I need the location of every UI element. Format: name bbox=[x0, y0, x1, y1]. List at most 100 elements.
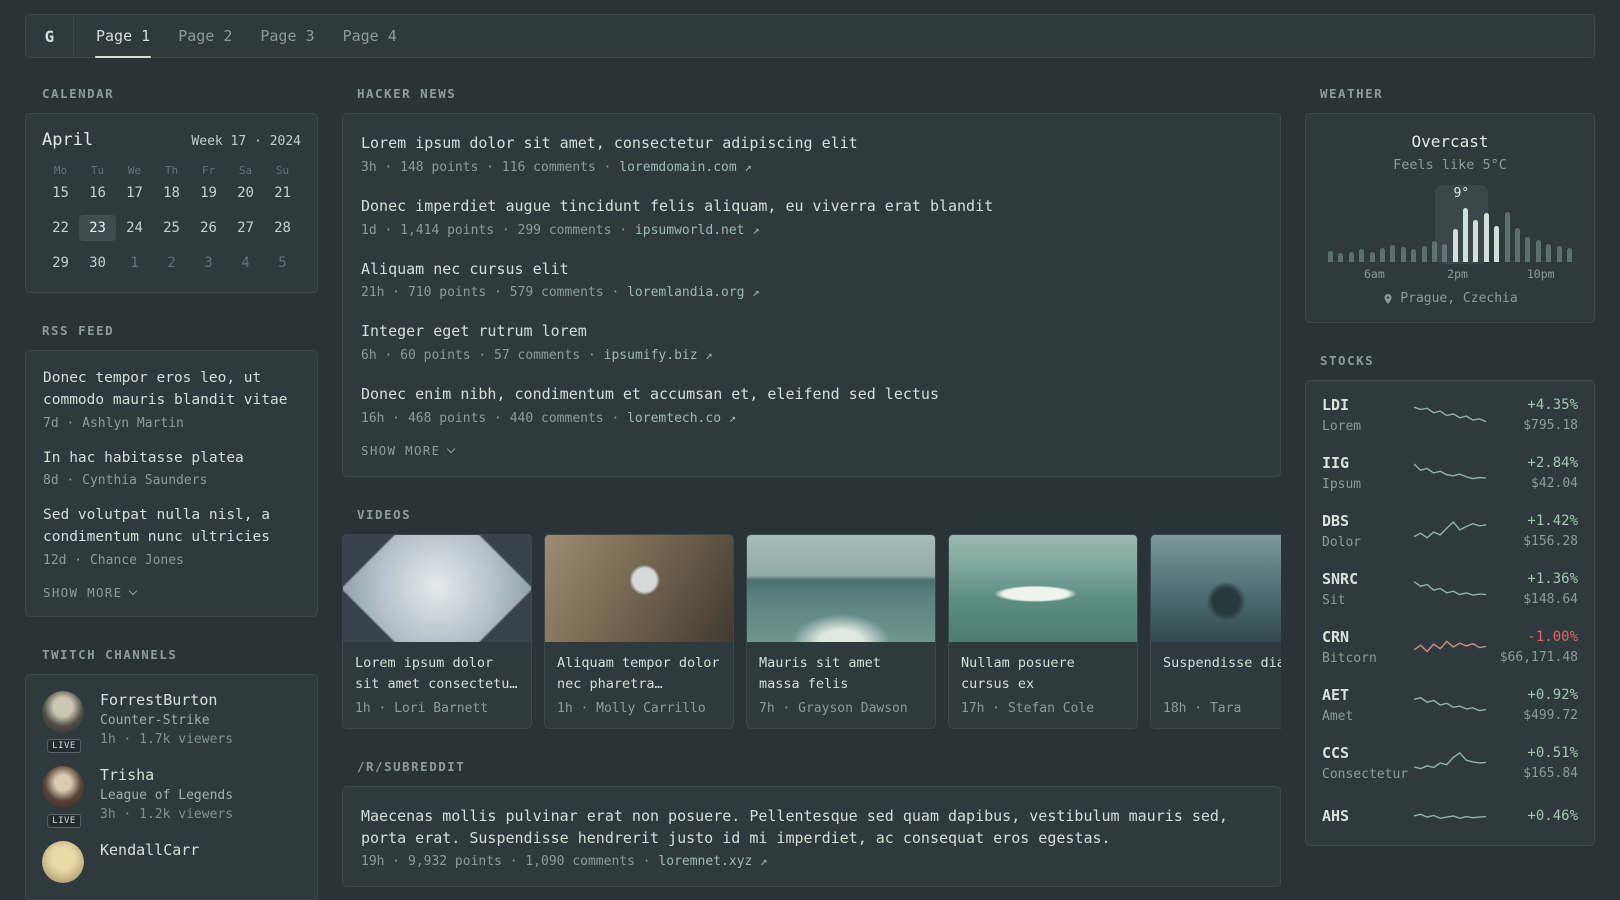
app-logo[interactable]: G bbox=[26, 15, 74, 57]
weather-card: Overcast Feels like 5°C 9° 6am 2pm 10pm Pr… bbox=[1305, 113, 1595, 323]
video-thumbnail[interactable] bbox=[949, 534, 1137, 642]
stock-name: Bitcorn bbox=[1322, 651, 1377, 666]
stock-ticker[interactable]: IIG bbox=[1322, 454, 1414, 472]
calendar-day: 4 bbox=[241, 255, 250, 271]
stock-row[interactable]: CCS Consectetur +0.51% $165.84 bbox=[1322, 744, 1578, 782]
hackernews-item[interactable]: Donec imperdiet augue tincidunt felis al… bbox=[361, 196, 1262, 238]
stock-row[interactable]: SNRC Sit +1.36% $148.64 bbox=[1322, 570, 1578, 608]
stock-price: $148.64 bbox=[1523, 592, 1578, 607]
twitch-channel-row[interactable]: LIVE ForrestBurton Counter-Strike 1h · 1… bbox=[42, 690, 301, 753]
hackernews-item[interactable]: Donec enim nibh, condimentum et accumsan… bbox=[361, 384, 1262, 426]
hackernews-show-more-button[interactable]: SHOW MORE bbox=[361, 443, 456, 458]
live-badge: LIVE bbox=[47, 738, 81, 753]
video-thumbnail[interactable] bbox=[545, 534, 733, 642]
video-thumbnail[interactable] bbox=[747, 534, 935, 642]
hackernews-item-title[interactable]: Lorem ipsum dolor sit amet, consectetur … bbox=[361, 133, 1262, 155]
stock-row[interactable]: DBS Dolor +1.42% $156.28 bbox=[1322, 512, 1578, 550]
video-thumbnail[interactable] bbox=[343, 534, 531, 642]
weather-bar bbox=[1463, 207, 1469, 262]
hackernews-item-domain[interactable]: ipsumify.biz bbox=[604, 348, 698, 363]
stock-price: $165.84 bbox=[1523, 766, 1578, 781]
video-meta: 7h · Grayson Dawson bbox=[759, 700, 908, 716]
video-card[interactable]: Aliquam tempor dolor nec pharetra… 1h · … bbox=[544, 533, 734, 729]
hackernews-item-title[interactable]: Donec imperdiet augue tincidunt felis al… bbox=[361, 196, 1262, 218]
page-tab[interactable]: Page 3 bbox=[246, 15, 328, 57]
hackernews-item[interactable]: Integer eget rutrum lorem 6h · 60 points… bbox=[361, 321, 1262, 363]
stock-row[interactable]: CRN Bitcorn -1.00% $66,171.48 bbox=[1322, 628, 1578, 666]
video-card[interactable]: Mauris sit amet massa felis 7h · Grayson… bbox=[746, 533, 936, 729]
video-title[interactable]: Mauris sit amet massa felis bbox=[759, 653, 923, 695]
stock-sparkline bbox=[1414, 401, 1486, 429]
hackernews-item-domain[interactable]: loremtech.co bbox=[627, 411, 721, 426]
stock-name: Amet bbox=[1322, 709, 1354, 724]
stock-ticker[interactable]: CCS bbox=[1322, 744, 1414, 762]
weather-condition: Overcast bbox=[1411, 132, 1489, 151]
twitch-section-title: TWITCH CHANNELS bbox=[42, 646, 178, 662]
twitch-channel-name[interactable]: Trisha bbox=[100, 766, 233, 784]
page-tab[interactable]: Page 4 bbox=[329, 15, 411, 57]
hackernews-item-meta: 3h · 148 points · 116 comments · loremdo… bbox=[361, 160, 1262, 175]
location-pin-icon bbox=[1384, 293, 1392, 304]
stock-row[interactable]: IIG Ipsum +2.84% $42.04 bbox=[1322, 454, 1578, 492]
video-title[interactable]: Lorem ipsum dolor sit amet consectetu… bbox=[355, 653, 519, 695]
twitch-avatar-wrap: LIVE bbox=[42, 690, 86, 753]
subreddit-post[interactable]: Maecenas mollis pulvinar erat non posuer… bbox=[361, 806, 1262, 870]
twitch-channel-name[interactable]: KendallCarr bbox=[100, 841, 199, 859]
stock-sparkline bbox=[1414, 633, 1486, 661]
page-tab[interactable]: Page 2 bbox=[164, 15, 246, 57]
hackernews-item-domain[interactable]: loremdomain.com bbox=[619, 160, 736, 175]
page-tab[interactable]: Page 1 bbox=[82, 15, 164, 58]
stock-ticker[interactable]: AET bbox=[1322, 686, 1414, 704]
video-title[interactable]: Suspendisse diam bbox=[1163, 653, 1281, 695]
avatar bbox=[42, 690, 84, 733]
stock-ticker[interactable]: LDI bbox=[1322, 396, 1414, 414]
weather-bar bbox=[1421, 246, 1427, 262]
rss-item[interactable]: Sed volutpat nulla nisl, a condimentum n… bbox=[43, 505, 300, 568]
weather-time-label: 10pm bbox=[1526, 267, 1555, 281]
rss-section-title: RSS FEED bbox=[42, 323, 115, 338]
video-card[interactable]: Suspendisse diam 18h · Tara bbox=[1150, 533, 1281, 729]
stock-left: CRN Bitcorn bbox=[1322, 628, 1414, 666]
hackernews-item[interactable]: Aliquam nec cursus elit 21h · 710 points… bbox=[361, 259, 1262, 301]
weather-peak-temp: 9° bbox=[1453, 186, 1470, 201]
twitch-channel-name[interactable]: ForrestBurton bbox=[100, 691, 233, 709]
rss-item-title: Sed volutpat nulla nisl, a condimentum n… bbox=[43, 507, 270, 545]
stock-row[interactable]: AHS +0.46% bbox=[1322, 802, 1578, 830]
stock-row[interactable]: LDI Lorem +4.35% $795.18 bbox=[1322, 396, 1578, 434]
hackernews-item-title[interactable]: Donec enim nibh, condimentum et accumsan… bbox=[361, 384, 1262, 406]
stock-ticker[interactable]: SNRC bbox=[1322, 570, 1414, 588]
video-card[interactable]: Lorem ipsum dolor sit amet consectetu… 1… bbox=[342, 533, 532, 729]
rss-item[interactable]: Donec tempor eros leo, ut commodo mauris… bbox=[43, 368, 300, 431]
video-thumbnail[interactable] bbox=[1151, 534, 1281, 642]
twitch-channel-meta: 1h · 1.7k viewers bbox=[100, 731, 234, 747]
calendar-day: 19 bbox=[200, 185, 217, 201]
weather-bar bbox=[1328, 250, 1333, 262]
stock-ticker[interactable]: CRN bbox=[1322, 628, 1414, 646]
twitch-channel-row[interactable]: LIVE Trisha League of Legends 3h · 1.2k … bbox=[42, 765, 301, 828]
calendar-week-info: Week 17 · 2024 bbox=[191, 134, 301, 149]
stock-sparkline bbox=[1414, 517, 1486, 545]
video-title[interactable]: Nullam posuere cursus ex bbox=[961, 653, 1125, 695]
hackernews-item-title[interactable]: Integer eget rutrum lorem bbox=[361, 321, 1262, 343]
hackernews-item-domain[interactable]: ipsumworld.net bbox=[635, 223, 745, 238]
rss-show-more-button[interactable]: SHOW MORE bbox=[43, 585, 138, 600]
video-card[interactable]: Nullam posuere cursus ex 17h · Stefan Co… bbox=[948, 533, 1138, 729]
weather-location-row: Prague, Czechia bbox=[1324, 291, 1576, 306]
twitch-channel-game: Counter-Strike bbox=[100, 712, 210, 728]
twitch-channel-row[interactable]: KendallCarr bbox=[42, 840, 301, 883]
stock-ticker[interactable]: DBS bbox=[1322, 512, 1414, 530]
stock-ticker[interactable]: AHS bbox=[1322, 807, 1414, 825]
calendar-day: 20 bbox=[237, 185, 254, 201]
calendar-day: 25 bbox=[163, 220, 180, 236]
hackernews-item-domain[interactable]: loremlandia.org bbox=[627, 285, 744, 300]
hackernews-item[interactable]: Lorem ipsum dolor sit amet, consectetur … bbox=[361, 133, 1262, 175]
weather-time-labels: 6am 2pm 10pm bbox=[1324, 267, 1576, 281]
rss-item[interactable]: In hac habitasse platea 8d · Cynthia Sau… bbox=[43, 448, 300, 489]
video-title[interactable]: Aliquam tempor dolor nec pharetra… bbox=[557, 653, 721, 695]
subreddit-post-domain[interactable]: loremnet.xyz bbox=[658, 854, 752, 869]
subreddit-post-title[interactable]: Maecenas mollis pulvinar erat non posuer… bbox=[361, 806, 1262, 850]
hackernews-item-title[interactable]: Aliquam nec cursus elit bbox=[361, 259, 1262, 281]
stock-name: Ipsum bbox=[1322, 477, 1362, 492]
calendar-day-header: We bbox=[127, 164, 142, 177]
stock-row[interactable]: AET Amet +0.92% $499.72 bbox=[1322, 686, 1578, 724]
